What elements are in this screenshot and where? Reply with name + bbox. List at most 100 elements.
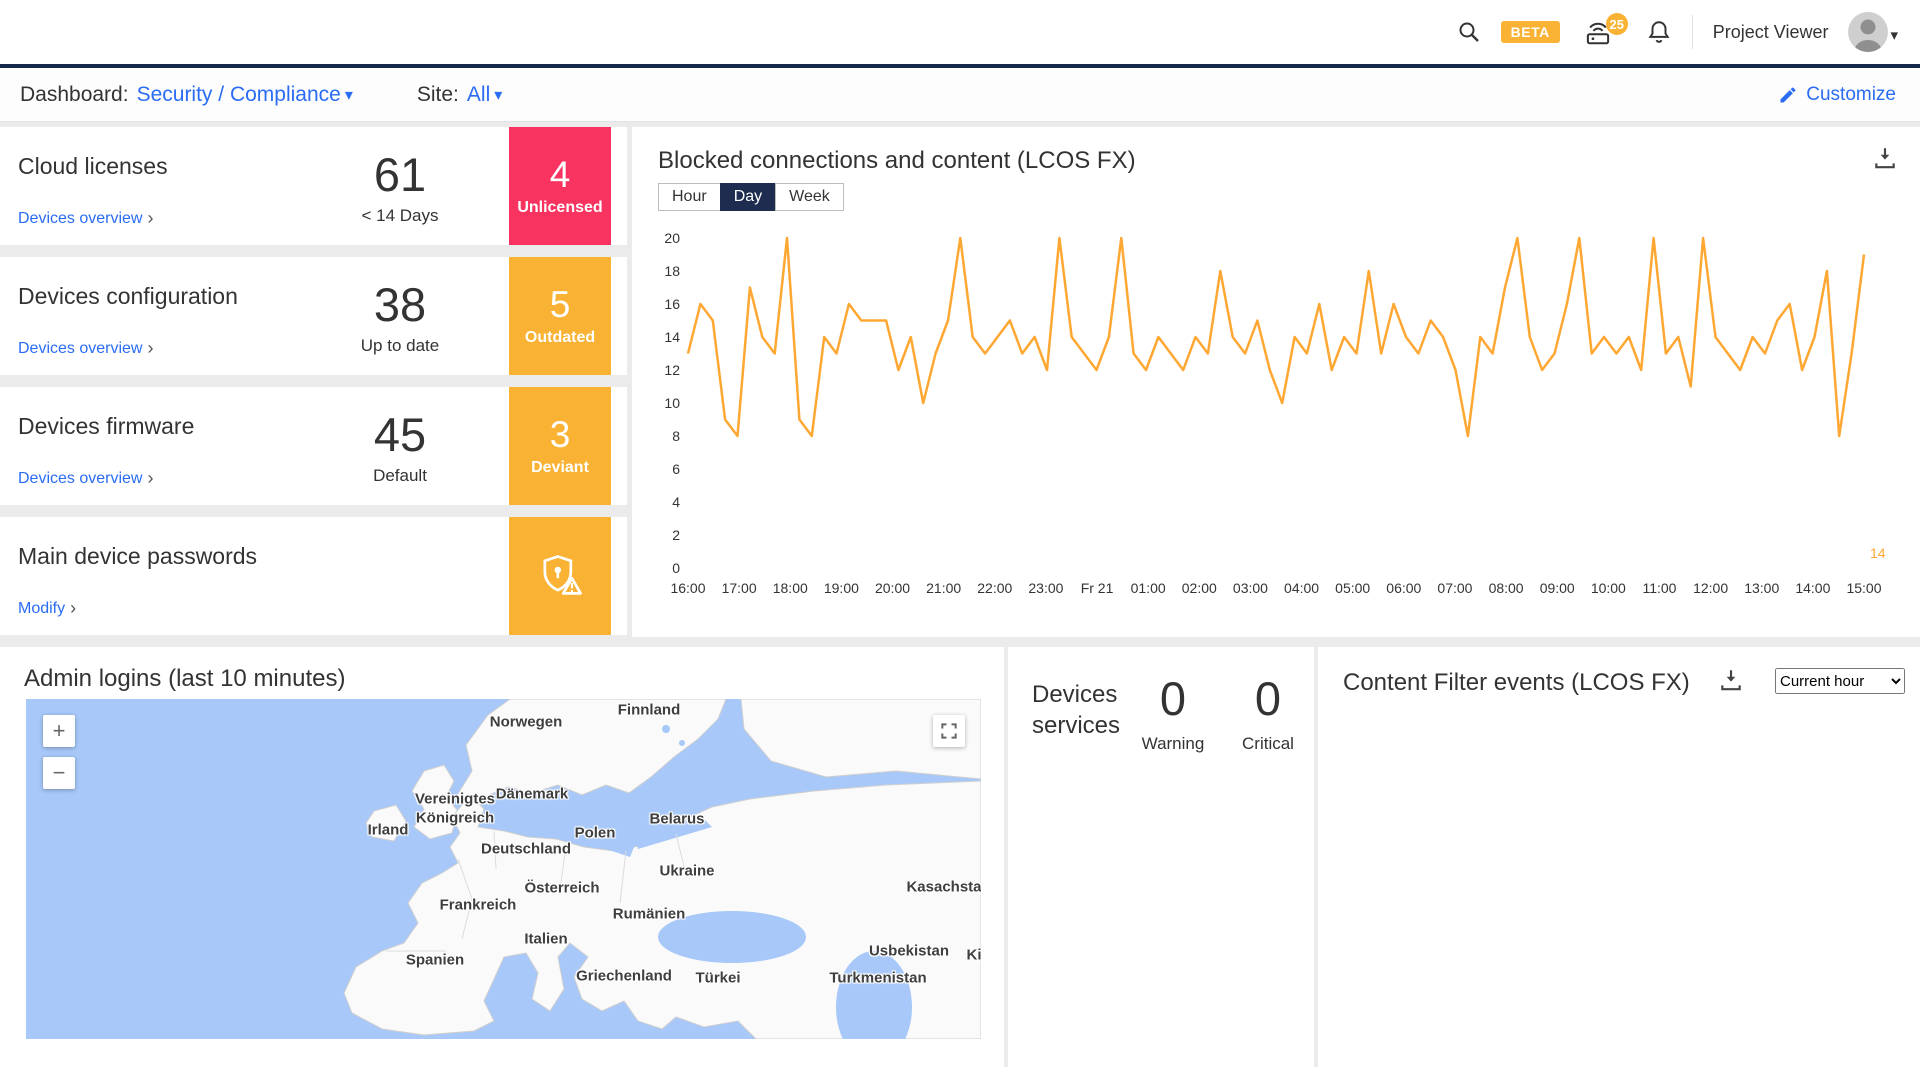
chevron-right-icon: › bbox=[147, 468, 153, 489]
device-count-badge: 25 bbox=[1606, 13, 1628, 35]
outdated-tile[interactable]: 5 Outdated bbox=[509, 257, 611, 375]
chevron-down-icon: ▾ bbox=[345, 85, 353, 105]
map-country-label: Belarus bbox=[649, 811, 704, 830]
svg-text:15:00: 15:00 bbox=[1846, 580, 1881, 596]
site-label: Site: bbox=[417, 83, 459, 107]
svg-text:20: 20 bbox=[664, 230, 680, 246]
map-country-label: Finnland bbox=[618, 702, 681, 721]
chart-current-value-label: 14 bbox=[1870, 545, 1886, 561]
map-country-label: Rumänien bbox=[613, 906, 686, 925]
devices-services-card: Devices services 0 Warning 0 Critical bbox=[1008, 647, 1314, 1067]
map-canvas[interactable]: NorwegenFinnlandVereinigtes KönigreichIr… bbox=[26, 699, 981, 1039]
zoom-in-button[interactable]: + bbox=[43, 715, 75, 747]
devices-overview-link[interactable]: Devices overview› bbox=[18, 468, 153, 489]
svg-text:18:00: 18:00 bbox=[773, 580, 808, 596]
critical-stat: 0 Critical bbox=[1223, 671, 1313, 754]
card-title: Main device passwords bbox=[18, 543, 257, 570]
svg-text:16:00: 16:00 bbox=[670, 580, 705, 596]
card-title: Devices firmware bbox=[18, 413, 194, 440]
user-role-label: Project Viewer bbox=[1713, 22, 1829, 43]
customize-button[interactable]: Customize bbox=[1778, 68, 1896, 122]
chevron-right-icon: › bbox=[147, 338, 153, 359]
map-country-label: Polen bbox=[575, 825, 616, 844]
tab-week[interactable]: Week bbox=[775, 183, 844, 211]
svg-text:03:00: 03:00 bbox=[1233, 580, 1268, 596]
svg-text:22:00: 22:00 bbox=[977, 580, 1012, 596]
cloud-licenses-card: Cloud licenses Devices overview› 61 < 14… bbox=[0, 127, 627, 245]
svg-text:20:00: 20:00 bbox=[875, 580, 910, 596]
site-selector[interactable]: All ▾ bbox=[467, 83, 502, 107]
svg-text:08:00: 08:00 bbox=[1489, 580, 1524, 596]
password-warning-tile[interactable] bbox=[509, 517, 611, 635]
filter-range-select[interactable]: Current hour bbox=[1775, 668, 1905, 694]
main-device-passwords-card: Main device passwords Modify› bbox=[0, 517, 627, 635]
map-country-label: Spanien bbox=[406, 952, 464, 971]
deviant-tile[interactable]: 3 Deviant bbox=[509, 387, 611, 505]
map-country-label: Österreich bbox=[524, 880, 599, 899]
map-country-label: Türkei bbox=[695, 970, 740, 989]
unlicensed-tile[interactable]: 4 Unlicensed bbox=[509, 127, 611, 245]
zoom-out-button[interactable]: − bbox=[43, 757, 75, 789]
line-chart: 0246810121416182016:0017:0018:0019:0020:… bbox=[648, 223, 1904, 603]
svg-text:0: 0 bbox=[672, 560, 680, 576]
svg-text:02:00: 02:00 bbox=[1182, 580, 1217, 596]
tab-day[interactable]: Day bbox=[720, 183, 776, 211]
map-country-label: Ki bbox=[967, 947, 982, 966]
chevron-right-icon: › bbox=[147, 208, 153, 229]
card-title: Devices configuration bbox=[18, 283, 238, 310]
svg-text:6: 6 bbox=[672, 461, 680, 477]
map-country-label: Kasachsta bbox=[906, 879, 981, 898]
topbar-divider bbox=[1692, 15, 1693, 49]
admin-logins-card: Admin logins (last 10 minutes) bbox=[0, 647, 1004, 1067]
avatar[interactable] bbox=[1848, 12, 1888, 52]
search-icon[interactable] bbox=[1457, 20, 1481, 44]
devices-overview-link[interactable]: Devices overview› bbox=[18, 338, 153, 359]
map-country-label: Frankreich bbox=[440, 897, 517, 916]
notifications-bell-icon[interactable] bbox=[1646, 19, 1672, 45]
svg-text:4: 4 bbox=[672, 494, 680, 510]
dashboard-label: Dashboard: bbox=[20, 83, 129, 107]
fullscreen-icon[interactable] bbox=[933, 715, 965, 747]
map-country-label: Irland bbox=[368, 822, 409, 841]
svg-text:8: 8 bbox=[672, 428, 680, 444]
svg-text:13:00: 13:00 bbox=[1744, 580, 1779, 596]
account-menu-caret-icon[interactable]: ▾ bbox=[1890, 26, 1898, 44]
map-country-label: Usbekistan bbox=[869, 943, 949, 962]
svg-text:12: 12 bbox=[664, 362, 680, 378]
map-country-label: Italien bbox=[524, 931, 567, 950]
chart-range-tabs: Hour Day Week bbox=[658, 183, 844, 211]
svg-text:07:00: 07:00 bbox=[1437, 580, 1472, 596]
dashboard-selector[interactable]: Security / Compliance ▾ bbox=[137, 83, 353, 107]
svg-text:12:00: 12:00 bbox=[1693, 580, 1728, 596]
devices-overview-link[interactable]: Devices overview› bbox=[18, 208, 153, 229]
tab-hour[interactable]: Hour bbox=[658, 183, 721, 211]
beta-badge: BETA bbox=[1501, 21, 1560, 43]
devices-configuration-card: Devices configuration Devices overview› … bbox=[0, 257, 627, 375]
modify-link[interactable]: Modify› bbox=[18, 598, 76, 619]
services-card-title: Devices services bbox=[1032, 679, 1142, 741]
svg-text:Fr 21: Fr 21 bbox=[1081, 580, 1114, 596]
svg-text:10:00: 10:00 bbox=[1591, 580, 1626, 596]
svg-text:23:00: 23:00 bbox=[1028, 580, 1063, 596]
map-card-title: Admin logins (last 10 minutes) bbox=[24, 665, 345, 693]
svg-text:09:00: 09:00 bbox=[1540, 580, 1575, 596]
dashboard-nav-bar: Dashboard: Security / Compliance ▾ Site:… bbox=[0, 64, 1920, 122]
stat-value: 38 Up to date bbox=[305, 257, 495, 375]
svg-text:01:00: 01:00 bbox=[1131, 580, 1166, 596]
svg-text:06:00: 06:00 bbox=[1386, 580, 1421, 596]
svg-text:14: 14 bbox=[664, 329, 680, 345]
svg-text:04:00: 04:00 bbox=[1284, 580, 1319, 596]
card-title: Cloud licenses bbox=[18, 153, 168, 180]
shield-lock-warning-icon bbox=[534, 550, 586, 602]
download-icon[interactable] bbox=[1718, 667, 1744, 698]
device-status-icon[interactable]: 25 bbox=[1580, 17, 1616, 47]
map-country-label: Deutschland bbox=[481, 841, 571, 860]
svg-text:18: 18 bbox=[664, 263, 680, 279]
map-country-label: Griechenland bbox=[576, 968, 672, 987]
svg-text:16: 16 bbox=[664, 296, 680, 312]
map-country-label: Dänemark bbox=[496, 786, 569, 805]
svg-text:19:00: 19:00 bbox=[824, 580, 859, 596]
download-icon[interactable] bbox=[1872, 145, 1898, 176]
svg-text:11:00: 11:00 bbox=[1642, 580, 1676, 596]
content-filter-events-card: Content Filter events (LCOS FX) Current … bbox=[1318, 647, 1920, 1067]
